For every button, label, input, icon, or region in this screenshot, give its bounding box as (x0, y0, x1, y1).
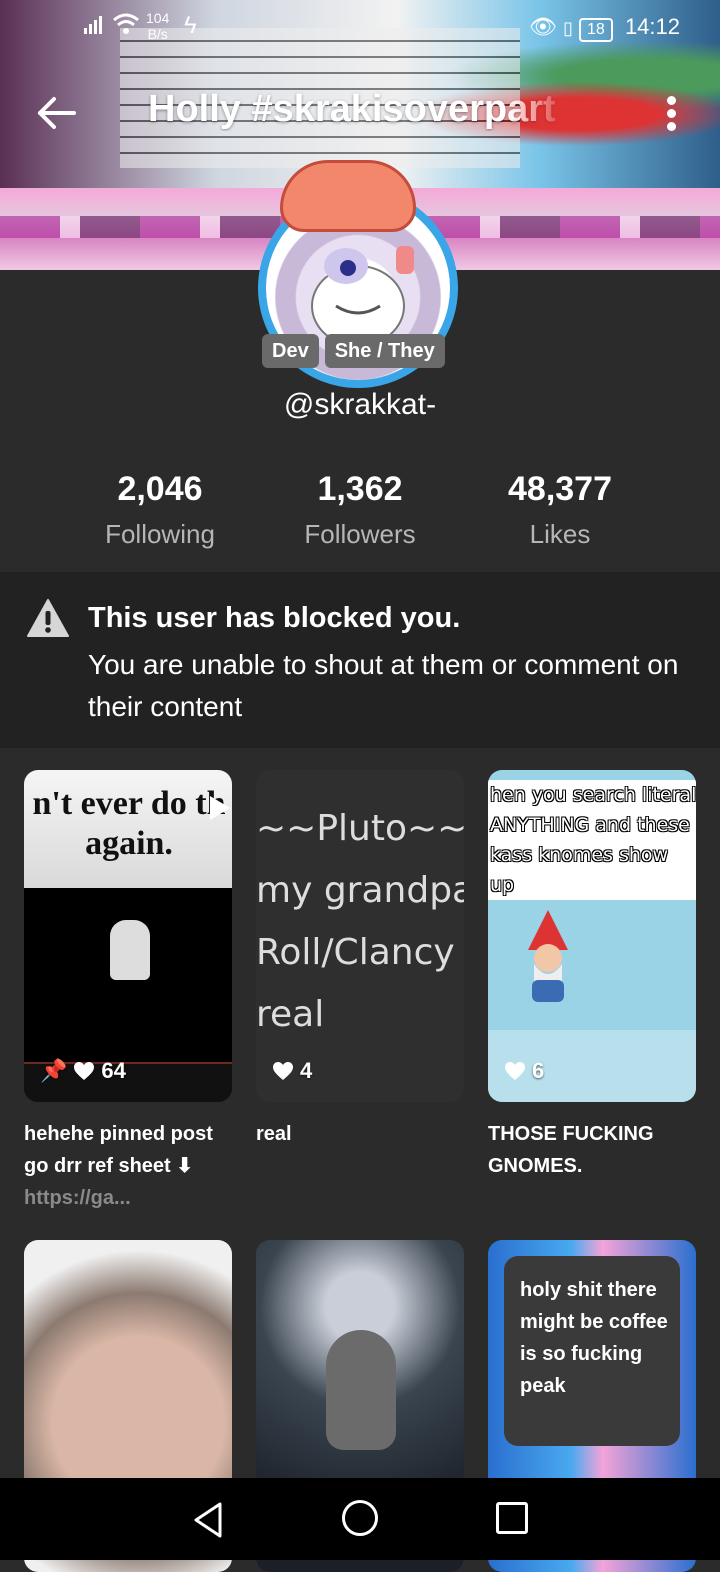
bubble-text: holy shit there might be coffee is so fu… (520, 1279, 668, 1397)
nav-back-icon[interactable] (190, 1500, 226, 1540)
profile-stats: 2,046 Following 1,362 Followers 48,377 L… (0, 470, 720, 560)
more-options-button[interactable] (660, 94, 682, 134)
post-thumbnail[interactable]: hen you search literal ANYTHING and thes… (488, 770, 696, 1102)
stat-followers[interactable]: 1,362 Followers (260, 470, 460, 550)
eye-icon: 👁 (528, 14, 557, 39)
heart-icon (74, 1062, 95, 1080)
heart-icon (505, 1062, 525, 1080)
more-dots-icon (666, 96, 676, 105)
status-bar: 104 B/s ϟ 👁 ▯ 18 14:12 (0, 0, 720, 56)
heart-icon (273, 1062, 293, 1080)
post-likes: 4 (272, 1058, 312, 1084)
back-button[interactable] (34, 90, 80, 136)
arrow-left-icon (38, 97, 76, 129)
lightning-icon: ϟ (184, 12, 197, 39)
blocked-title: This user has blocked you. (88, 602, 461, 634)
battery-icon: 18 (579, 18, 613, 42)
thumbnail-text: real (256, 994, 325, 1035)
vibrate-icon: ▯ (562, 18, 573, 38)
cat-figure (326, 1330, 396, 1450)
system-navigation-bar (0, 1478, 720, 1560)
post-link[interactable]: https://ga... (24, 1187, 131, 1209)
status-right: 👁 ▯ 18 14:12 (529, 14, 680, 42)
stat-value: 48,377 (508, 470, 612, 508)
page-title: Holly #skrakisoverpart (148, 88, 556, 130)
thumbnail-text: ~~Pluto~~ (256, 808, 464, 849)
thumbnail-text: my grandpa (256, 870, 464, 911)
post-caption[interactable]: hehehe pinned post go drr ref sheet ⬇ ht… (24, 1118, 232, 1214)
post-caption[interactable]: THOSE FUCKING GNOMES. (488, 1118, 696, 1182)
post-thumbnail[interactable]: ~~Pluto~~ my grandpa Roll/Clancy real 4 (256, 770, 464, 1102)
clock: 14:12 (624, 14, 680, 39)
stat-label: Following (105, 519, 215, 549)
role-badge: Dev (262, 334, 319, 368)
profile-badges: Dev She / They (262, 334, 451, 370)
sans-figure (110, 920, 150, 980)
thumbnail-text: n't ever do th again. (32, 785, 226, 862)
top-bar: Holly #skrakisoverpart (0, 72, 720, 152)
thumbnail-text: hen you search literal ANYTHING and thes… (488, 780, 696, 900)
username: @skrakkat- (283, 388, 437, 421)
pronouns-badge: She / They (324, 334, 445, 368)
post-likes: 📌 64 (40, 1058, 126, 1083)
post-caption[interactable]: real (256, 1118, 464, 1150)
thumbnail-text: Roll/Clancy (256, 932, 455, 973)
stat-value: 2,046 (117, 470, 203, 508)
post-likes: 6 (504, 1058, 544, 1084)
stat-likes[interactable]: 48,377 Likes (460, 470, 660, 550)
gnome-figure (528, 910, 568, 1002)
signal-icon (84, 10, 140, 40)
stat-value: 1,362 (317, 470, 403, 508)
stat-label: Likes (529, 519, 591, 549)
post-thumbnail[interactable]: n't ever do th again. 📌 64 (24, 770, 232, 1102)
pin-icon: 📌 (40, 1058, 68, 1083)
nav-home-icon[interactable] (342, 1500, 378, 1536)
warning-icon (27, 599, 69, 637)
stat-following[interactable]: 2,046 Following (60, 470, 260, 550)
text-bubble: holy shit there might be coffee is so fu… (504, 1256, 680, 1446)
stat-label: Followers (304, 519, 416, 549)
blocked-notice: This user has blocked you. You are unabl… (0, 572, 720, 748)
blocked-message: You are unable to shout at them or comme… (88, 649, 679, 722)
avatar[interactable] (258, 160, 462, 388)
network-speed: 104 B/s (146, 10, 170, 42)
avatar-hand-decoration (280, 160, 416, 232)
play-icon (210, 796, 230, 820)
nav-recents-icon[interactable] (496, 1502, 528, 1534)
